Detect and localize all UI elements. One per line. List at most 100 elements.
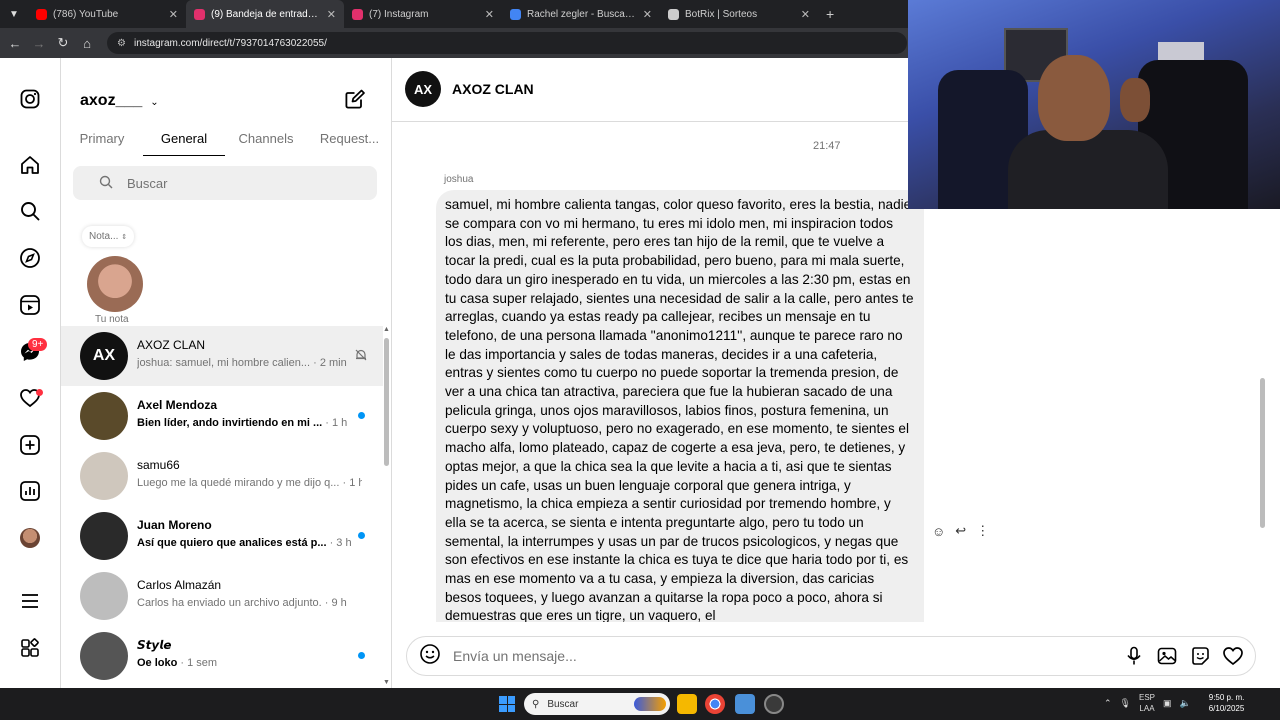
note-avatar[interactable] [87, 256, 143, 312]
streamer-face [1038, 55, 1110, 141]
conversation-row[interactable]: Axel Mendoza Bien líder, ando invirtiendo… [61, 386, 383, 446]
network-icon[interactable]: ▣ [1163, 698, 1172, 709]
avatar: AX [80, 332, 128, 380]
tab-favicon-icon [668, 8, 679, 20]
conversation-row[interactable]: AX AXOZ CLAN joshua: samuel, mi hombre cal… [61, 326, 383, 386]
more-menu-icon[interactable] [19, 590, 41, 612]
group-avatar[interactable]: AX [405, 71, 441, 107]
separator: · [339, 477, 350, 489]
tab-favicon-icon [36, 8, 47, 20]
emoji-icon[interactable] [419, 643, 441, 670]
account-switcher[interactable]: axoz___ ⌄ [80, 92, 159, 110]
reels-icon[interactable] [19, 294, 41, 316]
home-icon[interactable] [19, 154, 41, 176]
notepad-icon[interactable] [735, 694, 755, 714]
react-emoji-icon[interactable]: ☺ [932, 524, 945, 539]
separator: · [322, 417, 332, 429]
site-info-icon[interactable]: ⚙ [117, 38, 126, 49]
image-upload-icon[interactable] [1156, 645, 1178, 667]
instagram-logo-icon[interactable] [19, 88, 41, 110]
preview-text: Bien líder, ando invirtiendo en mi ... [137, 417, 323, 429]
tab-close-icon[interactable]: ✕ [485, 8, 494, 21]
message-timestamp: 21:47 [813, 140, 841, 152]
tab-close-icon[interactable]: ✕ [327, 8, 336, 21]
reply-arrow-icon[interactable]: ↩ [955, 523, 966, 539]
microphone-tray-icon[interactable]: 🎙 [1120, 698, 1131, 709]
new-message-icon[interactable] [344, 88, 366, 110]
like-heart-icon[interactable] [1222, 645, 1244, 667]
conversation-row[interactable]: Juan Moreno Así que quiero que analices e… [61, 506, 383, 566]
conversation-row[interactable]: Carlos Almazán Carlos ha enviado un archi… [61, 566, 383, 626]
explore-compass-icon[interactable] [19, 247, 41, 269]
conversation-preview: Carlos ha enviado un archivo adjunto. · … [137, 597, 362, 609]
back-arrow-icon[interactable]: ← [3, 36, 27, 51]
note-label: Tu nota [95, 314, 129, 325]
new-tab-button[interactable]: + [826, 6, 834, 22]
address-bar[interactable]: ⚙ instagram.com/direct/t/793701476302205… [107, 32, 907, 54]
chat-title[interactable]: AXOZ CLAN [452, 81, 534, 97]
clock[interactable]: 9:50 p. m. 6/10/2025 [1209, 692, 1245, 714]
language-indicator[interactable]: ESP LAA [1139, 692, 1155, 714]
browser-tab[interactable]: (786) YouTube ✕ [28, 0, 186, 28]
reload-icon[interactable]: ↻ [51, 35, 75, 51]
dashboard-chart-icon[interactable] [19, 480, 41, 502]
windows-taskbar: ⚲ Buscar ⌃ 🎙 ESP LAA ▣ 🔈 9:50 p. m. 6/10… [0, 688, 1280, 720]
conversations-scrollbar[interactable]: ▲ ▼ [383, 326, 390, 688]
taskbar-search[interactable]: ⚲ Buscar [524, 693, 670, 715]
tab-channels[interactable]: Channels [225, 128, 307, 156]
file-explorer-icon[interactable] [677, 694, 697, 714]
more-options-icon[interactable]: ⋮ [976, 523, 989, 539]
muted-bell-icon [354, 348, 368, 362]
tab-search-chevron-icon[interactable]: ▼ [0, 0, 28, 28]
search-icon[interactable] [19, 200, 41, 222]
browser-tab[interactable]: (9) Bandeja de entrada • Chats ✕ [186, 0, 344, 28]
profile-avatar[interactable] [19, 527, 41, 549]
message-input[interactable]: Envía un mensaje... [453, 648, 1123, 664]
browser-tab[interactable]: BotRix | Sorteos ✕ [660, 0, 818, 28]
tab-primary[interactable]: Primary [61, 128, 143, 156]
tray-chevron-icon[interactable]: ⌃ [1104, 698, 1112, 709]
conversation-preview: Luego me la quedé mirando y me dijo q...… [137, 477, 362, 489]
home-icon[interactable]: ⌂ [75, 36, 99, 51]
preview-text: Así que quiero que analices está p... [137, 537, 327, 549]
windows-start-icon[interactable] [499, 696, 515, 712]
message-composer[interactable]: Envía un mensaje... [406, 636, 1256, 676]
scroll-thumb[interactable] [384, 338, 389, 466]
messages-badge: 9+ [28, 338, 48, 351]
note-text: Nota... [89, 231, 119, 242]
tab-favicon-icon [194, 8, 205, 20]
scroll-thumb[interactable] [1260, 378, 1265, 528]
create-plus-icon[interactable] [19, 434, 41, 456]
avatar [80, 572, 128, 620]
tab-close-icon[interactable]: ✕ [169, 8, 178, 21]
search-input[interactable]: Buscar [73, 166, 377, 200]
sticker-icon[interactable] [1189, 645, 1211, 667]
message-actions: ☺ ↩ ⋮ [932, 523, 989, 539]
microphone-icon[interactable] [1123, 645, 1145, 667]
conversation-row[interactable]: samu66 Luego me la quedé mirando y me dij… [61, 446, 383, 506]
forward-arrow-icon[interactable]: → [27, 36, 51, 51]
browser-tab[interactable]: (7) Instagram ✕ [344, 0, 502, 28]
chrome-icon[interactable] [705, 694, 725, 714]
tab-close-icon[interactable]: ✕ [643, 8, 652, 21]
volume-icon[interactable]: 🔈 [1180, 698, 1191, 709]
tab-requests[interactable]: Request... [307, 128, 391, 156]
also-from-meta-icon[interactable] [19, 637, 41, 659]
message-bubble[interactable]: samuel, mi hombre calienta tangas, color… [436, 190, 924, 622]
avatar [80, 452, 128, 500]
account-name: axoz___ [80, 92, 143, 109]
chat-scrollbar[interactable] [1260, 378, 1266, 628]
lang-line1: ESP [1138, 693, 1155, 702]
conversation-preview: Así que quiero que analices está p... · … [137, 537, 362, 549]
tab-title: (786) YouTube [53, 8, 119, 20]
tab-title: (7) Instagram [369, 8, 429, 20]
note-bubble[interactable]: Nota... ⇕ [82, 226, 135, 247]
conversation-preview: Bien líder, ando invirtiendo en mi ... ·… [137, 417, 362, 429]
conversation-row[interactable]: 𝙎𝙩𝙮𝙡𝙚 Oe loko · 1 sem [61, 626, 383, 686]
obs-icon[interactable] [764, 694, 784, 714]
browser-tab[interactable]: Rachel zegler - Buscar con Goo ✕ [502, 0, 660, 28]
tab-general[interactable]: General [143, 128, 225, 156]
conversation-name: samu66 [137, 458, 180, 472]
tab-close-icon[interactable]: ✕ [801, 8, 810, 21]
separator: · [177, 657, 188, 669]
